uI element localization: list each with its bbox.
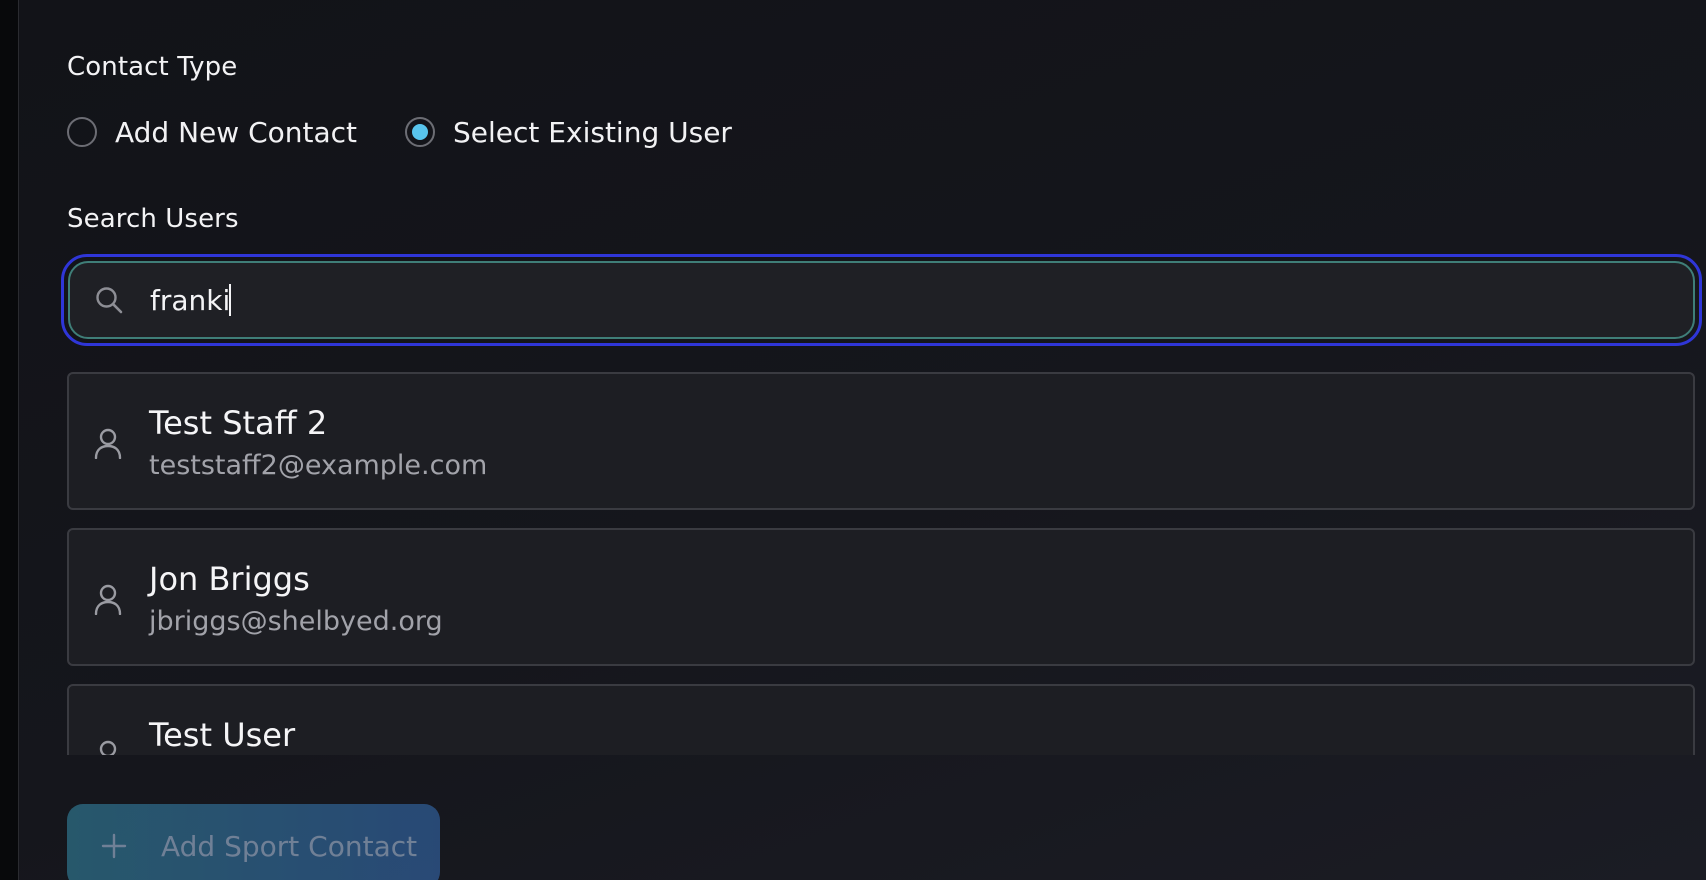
search-results-list[interactable]: Test Staff 2 teststaff2@example.com Jon …: [67, 372, 1695, 755]
list-item[interactable]: Test User: [67, 684, 1695, 755]
user-name: Test User: [149, 716, 296, 754]
user-icon: [99, 740, 117, 755]
search-input[interactable]: franki: [150, 283, 232, 317]
add-sport-contact-button[interactable]: Add Sport Contact: [67, 804, 440, 880]
user-email: teststaff2@example.com: [149, 450, 488, 481]
list-item[interactable]: Jon Briggs jbriggs@shelbyed.org: [67, 528, 1695, 666]
search-input-container[interactable]: franki: [68, 261, 1695, 339]
add-sport-contact-label: Add Sport Contact: [161, 829, 418, 863]
contact-type-radio-group: Add New Contact Select Existing User: [67, 114, 780, 150]
search-icon: [96, 287, 123, 314]
radio-select-existing-user[interactable]: Select Existing User: [405, 116, 732, 149]
radio-add-new-contact[interactable]: Add New Contact: [67, 116, 357, 149]
user-icon: [94, 428, 122, 459]
page: Contact Type Add New Contact Select Exis…: [0, 0, 1706, 880]
left-panel-edge: [0, 0, 19, 880]
user-name: Test Staff 2: [149, 404, 328, 442]
user-icon: [94, 584, 122, 615]
radio-button-checked[interactable]: [405, 117, 436, 147]
search-users-label: Search Users: [67, 204, 239, 234]
user-name: Jon Briggs: [149, 560, 310, 598]
text-caret: [229, 284, 232, 316]
contact-type-label: Contact Type: [67, 52, 238, 82]
search-input-value: franki: [150, 283, 231, 317]
radio-button-unchecked[interactable]: [67, 117, 97, 147]
list-item[interactable]: Test Staff 2 teststaff2@example.com: [67, 372, 1695, 510]
radio-label-add-new-contact: Add New Contact: [115, 115, 358, 149]
plus-icon: [101, 833, 127, 859]
user-email: jbriggs@shelbyed.org: [149, 606, 443, 637]
radio-label-select-existing-user: Select Existing User: [453, 115, 732, 149]
